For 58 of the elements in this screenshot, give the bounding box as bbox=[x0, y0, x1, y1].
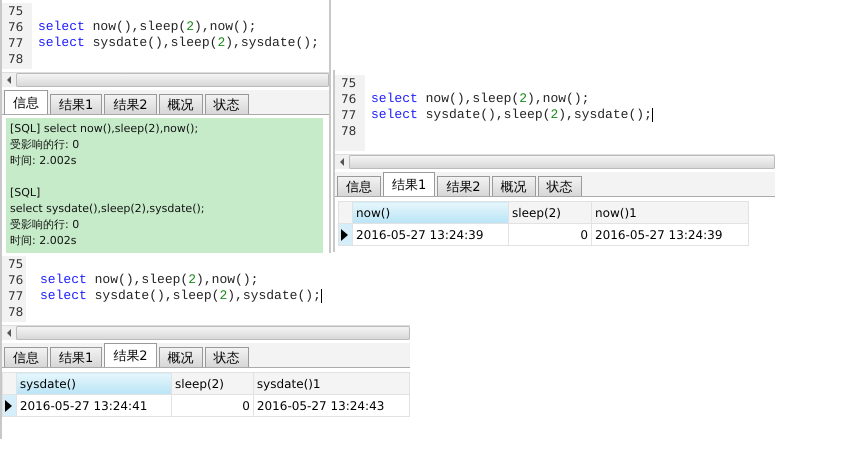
line-number: 77 bbox=[8, 288, 24, 304]
message-text: 受影响的行: 0 bbox=[10, 138, 80, 151]
horizontal-scrollbar[interactable] bbox=[335, 154, 775, 169]
table-cell: 2016-05-27 13:24:41 bbox=[16, 394, 172, 416]
tab[interactable]: 状态 bbox=[204, 94, 249, 114]
code-line: select sysdate(),sleep(2),sysdate(); bbox=[371, 107, 652, 123]
line-number: 75 bbox=[341, 75, 358, 91]
column-header[interactable]: sleep(2) bbox=[172, 372, 254, 394]
scroll-left-icon[interactable] bbox=[6, 329, 12, 337]
code-line: select now(),sleep(2),now(); bbox=[38, 19, 256, 35]
tab[interactable]: 结果2 bbox=[437, 176, 490, 196]
code-line: select sysdate(),sleep(2),sysdate(); bbox=[38, 35, 319, 51]
message-text: 时间: 2.002s bbox=[10, 234, 76, 247]
tab[interactable]: 状态 bbox=[538, 176, 582, 196]
column-header[interactable]: sleep(2) bbox=[508, 202, 592, 224]
table-cell: 2016-05-27 13:24:39 bbox=[592, 224, 748, 246]
line-number: 77 bbox=[341, 107, 358, 123]
tab[interactable]: 信息 bbox=[4, 90, 48, 114]
message-text: [SQL] bbox=[10, 186, 40, 199]
horizontal-scrollbar[interactable] bbox=[2, 72, 329, 87]
message-text: 受影响的行: 0 bbox=[10, 218, 80, 231]
line-number: 75 bbox=[8, 256, 24, 272]
tab[interactable]: 概况 bbox=[158, 347, 203, 367]
tab[interactable]: 概况 bbox=[492, 176, 536, 196]
table-cell: 0 bbox=[172, 394, 254, 416]
table-cell: 2016-05-27 13:24:43 bbox=[253, 394, 410, 416]
code-line: select sysdate(),sleep(2),sysdate(); bbox=[40, 288, 321, 304]
column-header[interactable]: now()1 bbox=[592, 202, 748, 224]
table-cell: 0 bbox=[508, 224, 592, 246]
horizontal-scrollbar[interactable] bbox=[2, 325, 410, 340]
column-header[interactable]: now() bbox=[352, 202, 508, 224]
tab[interactable]: 信息 bbox=[4, 347, 48, 367]
line-number: 78 bbox=[8, 51, 24, 67]
column-header[interactable]: sysdate()1 bbox=[253, 372, 410, 394]
line-number: 76 bbox=[8, 272, 24, 288]
tab[interactable]: 概况 bbox=[158, 94, 203, 114]
line-number: 76 bbox=[8, 19, 24, 35]
message-text: select sysdate(),sleep(2),sysdate(); bbox=[10, 202, 204, 215]
line-number: 76 bbox=[341, 91, 358, 107]
scroll-left-icon[interactable] bbox=[6, 76, 12, 84]
message-text: [SQL] select now(),sleep(2),now(); bbox=[10, 122, 198, 135]
tab[interactable]: 结果2 bbox=[104, 343, 157, 367]
tab[interactable]: 结果1 bbox=[50, 94, 102, 114]
scroll-left-icon[interactable] bbox=[339, 158, 345, 166]
code-line: select now(),sleep(2),now(); bbox=[371, 91, 590, 107]
line-number: 77 bbox=[8, 35, 24, 51]
message-text: 时间: 2.002s bbox=[10, 154, 76, 167]
line-number: 78 bbox=[8, 304, 24, 320]
tab[interactable]: 结果1 bbox=[383, 172, 436, 196]
line-number: 78 bbox=[341, 123, 358, 139]
code-line: select now(),sleep(2),now(); bbox=[40, 272, 258, 288]
tab[interactable]: 结果2 bbox=[104, 94, 157, 114]
tab[interactable]: 结果1 bbox=[50, 347, 102, 367]
tab[interactable]: 状态 bbox=[204, 347, 249, 367]
tab[interactable]: 信息 bbox=[337, 176, 381, 196]
line-number: 75 bbox=[8, 3, 24, 19]
table-cell: 2016-05-27 13:24:39 bbox=[352, 224, 508, 246]
column-header[interactable]: sysdate() bbox=[16, 372, 172, 394]
